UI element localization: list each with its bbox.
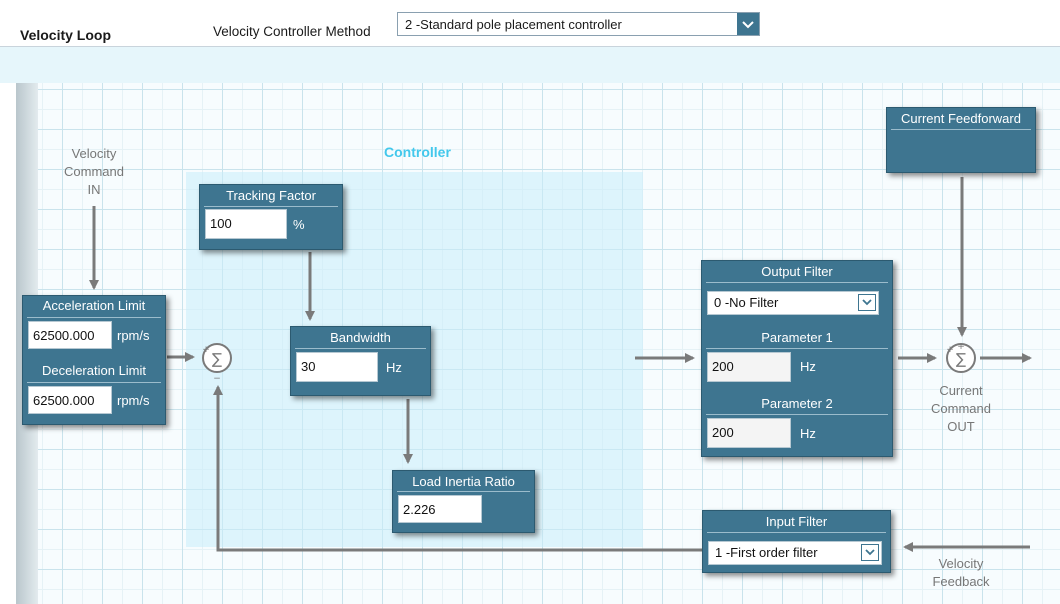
current-command-line2: Command xyxy=(931,401,991,416)
minus-sign-1: − xyxy=(213,374,221,384)
current-command-line1: Current xyxy=(939,383,983,398)
current-command-label: Current Command OUT xyxy=(920,382,1002,436)
input-filter-title: Input Filter xyxy=(765,514,828,529)
velocity-feedback-label: Velocity Feedback xyxy=(920,555,1002,591)
current-feedforward-title: Current Feedforward xyxy=(901,111,1021,126)
velocity-command-line1: Velocity xyxy=(71,146,117,161)
load-inertia-title: Load Inertia Ratio xyxy=(412,474,515,489)
load-inertia-input[interactable]: 2.226 xyxy=(398,495,482,523)
plus-sign-2: + xyxy=(946,345,954,355)
sum-symbol-1: ∑ xyxy=(212,350,222,368)
accel-limit-input[interactable]: 62500.000 xyxy=(28,321,112,349)
plus-sign-3: + xyxy=(957,342,965,352)
decel-limit-input[interactable]: 62500.000 xyxy=(28,386,112,414)
divider xyxy=(204,206,338,207)
accel-limit-unit: rpm/s xyxy=(117,328,150,343)
output-filter-select[interactable]: 0 -No Filter xyxy=(707,291,879,315)
parameter-1-unit: Hz xyxy=(800,359,816,374)
bandwidth-block: Bandwidth 30 Hz xyxy=(290,326,431,396)
divider xyxy=(891,129,1031,130)
parameter-1-input[interactable]: 200 xyxy=(707,352,791,382)
chevron-down-icon[interactable] xyxy=(858,294,876,311)
output-filter-value: 0 -No Filter xyxy=(714,295,779,310)
output-filter-title: Output Filter xyxy=(761,264,833,279)
tracking-factor-title: Tracking Factor xyxy=(226,188,316,203)
accel-limit-title: Acceleration Limit xyxy=(42,298,146,313)
input-filter-value: 1 -First order filter xyxy=(715,545,818,560)
tracking-factor-block: Tracking Factor 100 % xyxy=(199,184,343,250)
tracking-factor-unit: % xyxy=(293,217,305,232)
parameter-2-input[interactable]: 200 xyxy=(707,418,791,448)
chevron-down-icon[interactable] xyxy=(861,544,879,561)
velocity-feedback-line1: Velocity xyxy=(938,556,984,571)
output-filter-block: Output Filter 0 -No Filter Parameter 1 2… xyxy=(701,260,893,457)
decel-limit-title: Deceleration Limit xyxy=(41,363,147,378)
parameter-2-title: Parameter 2 xyxy=(761,396,833,411)
decel-limit-unit: rpm/s xyxy=(117,393,150,408)
parameter-1-title: Parameter 1 xyxy=(761,330,833,345)
velocity-command-line3: IN xyxy=(87,182,101,197)
divider xyxy=(706,282,888,283)
velocity-feedback-line2: Feedback xyxy=(932,574,990,589)
current-feedforward-block[interactable]: Current Feedforward xyxy=(886,107,1036,173)
bandwidth-input[interactable]: 30 xyxy=(296,352,378,382)
load-inertia-block: Load Inertia Ratio 2.226 xyxy=(392,470,535,533)
divider xyxy=(295,348,426,349)
tracking-factor-input[interactable]: 100 xyxy=(205,209,287,239)
bandwidth-title: Bandwidth xyxy=(330,330,391,345)
velocity-command-label: Velocity Command IN xyxy=(54,145,134,199)
sum-symbol-2: ∑ xyxy=(956,350,966,368)
limits-block: Acceleration Limit 62500.000 rpm/s Decel… xyxy=(22,295,166,425)
divider xyxy=(707,532,886,533)
divider xyxy=(27,317,161,318)
divider xyxy=(27,382,161,383)
velocity-command-line2: Command xyxy=(64,164,124,179)
input-filter-select[interactable]: 1 -First order filter xyxy=(708,541,882,565)
input-filter-block: Input Filter 1 -First order filter xyxy=(702,510,891,573)
divider xyxy=(397,491,530,492)
parameter-2-unit: Hz xyxy=(800,426,816,441)
plus-sign-1: + xyxy=(202,345,210,355)
divider xyxy=(706,414,888,415)
bandwidth-unit: Hz xyxy=(386,360,402,375)
divider xyxy=(706,348,888,349)
current-command-line3: OUT xyxy=(947,419,975,434)
